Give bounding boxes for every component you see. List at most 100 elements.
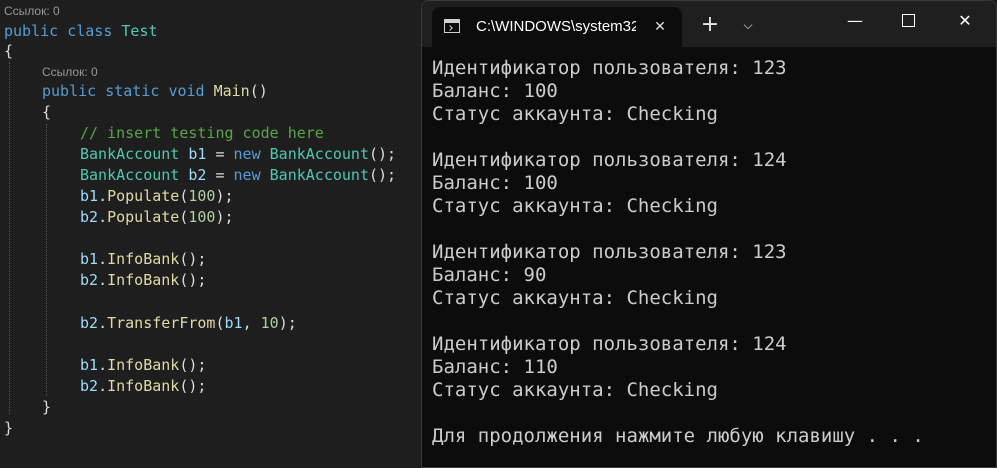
console-line: Баланс: 100 [432, 172, 558, 194]
keyword-new: new [233, 166, 261, 184]
brace: } [42, 398, 52, 416]
keyword-static: static [105, 82, 160, 100]
close-paren: ); [215, 187, 234, 205]
parens: () [249, 82, 268, 100]
code-line-comment: // insert testing code here [80, 123, 324, 143]
console-line: Статус аккаунта: Checking [432, 103, 718, 125]
code-line-main-open-brace: { [42, 102, 51, 122]
comma: , [242, 314, 261, 332]
console-line: Баланс: 110 [432, 356, 558, 378]
dot: . [98, 314, 108, 332]
method-call: InfoBank [107, 271, 180, 289]
method-call: InfoBank [107, 356, 180, 374]
dot: . [98, 356, 108, 374]
console-line: Идентификатор пользователя: 124 [432, 333, 787, 355]
close-button[interactable]: ✕ [942, 1, 988, 41]
brace: } [4, 419, 14, 437]
argument-variable: b1 [224, 314, 243, 332]
punctuation: (); [179, 271, 207, 289]
type-name: BankAccount [80, 145, 180, 163]
references-codelens-class[interactable]: Ссылок: 0 [4, 4, 60, 18]
code-line-b2-declaration: BankAccount b2 = new BankAccount(); [80, 165, 396, 185]
brace: { [42, 103, 52, 121]
number-literal: 100 [188, 187, 216, 205]
method-call: Populate [107, 208, 180, 226]
references-codelens-main[interactable]: Ссылок: 0 [42, 65, 98, 79]
punctuation: (); [179, 250, 207, 268]
code-line-main-close-brace: } [42, 397, 51, 417]
number-literal: 100 [188, 208, 216, 226]
code-line-main-declaration: public static void Main() [42, 81, 268, 101]
constructor-name: BankAccount [269, 145, 369, 163]
code-line-b2-populate: b2.Populate(100); [80, 207, 234, 227]
variable-name: b2 [188, 166, 207, 184]
operator: = [206, 166, 234, 184]
code-line-class-close-brace: } [4, 418, 13, 438]
indent-guide-main [46, 124, 47, 396]
variable-name: b2 [80, 208, 99, 226]
terminal-titlebar[interactable]: C:\WINDOWS\system32\cmd.exe ✕ + ⌵ — ✕ [422, 1, 996, 47]
variable-name: b2 [80, 377, 99, 395]
open-paren: ( [215, 314, 225, 332]
console-line: Статус аккаунта: Checking [432, 379, 718, 401]
variable-name: b2 [80, 314, 99, 332]
variable-name: b1 [80, 187, 99, 205]
indent-guide-class [9, 62, 10, 414]
keyword-public: public [42, 82, 97, 100]
method-name: Main [213, 82, 250, 100]
maximize-button[interactable] [885, 1, 931, 41]
punctuation: (); [369, 145, 397, 163]
punctuation: (); [369, 166, 397, 184]
comment: // insert testing code here [80, 124, 324, 142]
method-call: TransferFrom [107, 314, 216, 332]
dot: . [98, 377, 108, 395]
code-line-class-open-brace: { [4, 41, 13, 61]
operator: = [206, 145, 234, 163]
close-paren: ); [215, 208, 234, 226]
punctuation: (); [179, 377, 207, 395]
code-line-b1-declaration: BankAccount b1 = new BankAccount(); [80, 144, 396, 164]
console-line: Идентификатор пользователя: 123 [432, 57, 787, 79]
maximize-icon [901, 13, 915, 27]
keyword-new: new [233, 145, 261, 163]
method-call: InfoBank [107, 377, 180, 395]
code-line-transfer: b2.TransferFrom(b1, 10); [80, 313, 297, 333]
variable-name: b2 [80, 271, 99, 289]
code-line-b1-infobank-2: b1.InfoBank(); [80, 355, 206, 375]
code-line-b1-populate: b1.Populate(100); [80, 186, 234, 206]
console-line: Идентификатор пользователя: 124 [432, 149, 787, 171]
constructor-name: BankAccount [269, 166, 369, 184]
dot: . [98, 208, 108, 226]
minimize-button[interactable]: — [832, 1, 878, 41]
variable-name: b1 [80, 250, 99, 268]
variable-name: b1 [80, 356, 99, 374]
dot: . [98, 187, 108, 205]
console-line: Баланс: 90 [432, 264, 547, 286]
terminal-tab[interactable]: C:\WINDOWS\system32\cmd.exe ✕ [432, 7, 682, 47]
code-line-b1-infobank: b1.InfoBank(); [80, 249, 206, 269]
console-line: Баланс: 100 [432, 80, 558, 102]
terminal-window[interactable]: C:\WINDOWS\system32\cmd.exe ✕ + ⌵ — ✕ Ид… [421, 0, 997, 468]
brace: { [4, 42, 14, 60]
dot: . [98, 271, 108, 289]
method-call: Populate [107, 187, 180, 205]
punctuation: (); [179, 356, 207, 374]
keyword-public: public [4, 22, 59, 40]
keyword-class: class [67, 22, 113, 40]
console-line: Статус аккаунта: Checking [432, 287, 718, 309]
code-line-b2-infobank: b2.InfoBank(); [80, 270, 206, 290]
chevron-down-icon[interactable]: ⌵ [734, 9, 762, 41]
tab-title: C:\WINDOWS\system32\cmd.exe [476, 18, 636, 35]
code-line-b2-infobank-2: b2.InfoBank(); [80, 376, 206, 396]
type-name: BankAccount [80, 166, 180, 184]
method-call: InfoBank [107, 250, 180, 268]
variable-name: b1 [188, 145, 207, 163]
tab-close-icon[interactable]: ✕ [650, 17, 670, 37]
dot: . [98, 250, 108, 268]
number-literal: 10 [260, 314, 279, 332]
keyword-void: void [168, 82, 205, 100]
console-prompt-line: Для продолжения нажмите любую клавишу . … [432, 425, 924, 447]
new-tab-button[interactable]: + [694, 9, 726, 41]
code-line-class-declaration: public class Test [4, 21, 158, 41]
console-line: Статус аккаунта: Checking [432, 195, 718, 217]
